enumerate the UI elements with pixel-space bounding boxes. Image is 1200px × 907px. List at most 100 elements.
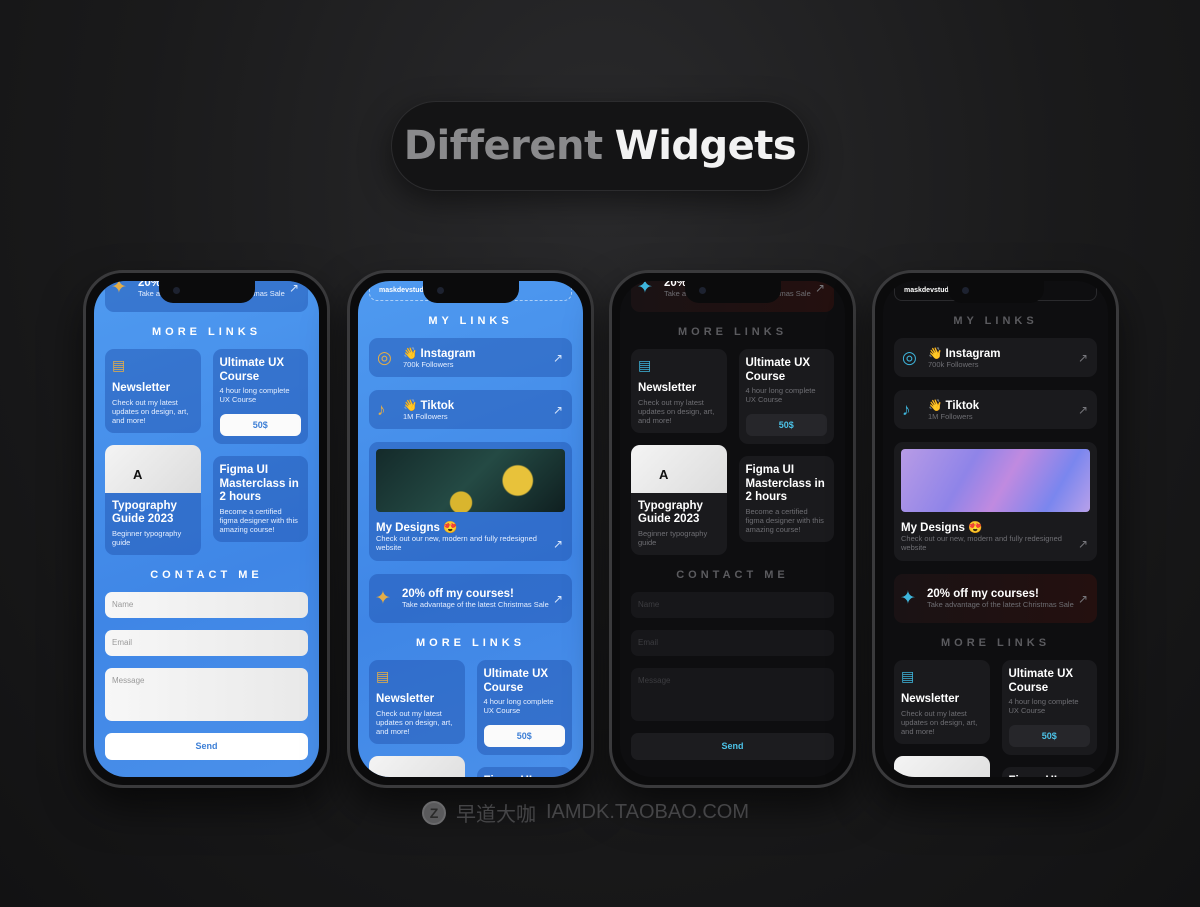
designs-card[interactable]: My Designs 😍 Check out our new, modern an…: [369, 442, 572, 561]
course-card[interactable]: Ultimate UX Course 4 hour long complete U…: [212, 349, 308, 444]
name-input[interactable]: Name: [631, 591, 834, 618]
sparkle-icon: ✦: [111, 281, 127, 298]
newsletter-desc: Check out my latest updates on design, a…: [112, 397, 189, 425]
price-button[interactable]: 50$: [219, 414, 301, 436]
designs-title: My Designs 😍: [901, 522, 983, 534]
notch: [947, 281, 1044, 303]
typography-desc: Beginner typography guide: [112, 528, 182, 547]
course-title: Ultimate UX Course: [219, 357, 285, 383]
promo-card[interactable]: ✦ 20% off my courses!Take advantage of th…: [894, 574, 1097, 623]
figma-card[interactable]: Figma UI Masterclass in 2 hoursBecome a …: [212, 456, 308, 542]
typography-desc: Beginner typography guide: [638, 528, 708, 547]
designs-desc: Check out our new, modern and fully rede…: [376, 534, 537, 552]
email-input[interactable]: Email: [631, 629, 834, 656]
price-button[interactable]: 50$: [483, 725, 565, 747]
typography-card[interactable]: Typography Guide 2023Beginner typography…: [894, 755, 990, 777]
send-button[interactable]: Send: [105, 732, 308, 760]
course-desc: 4 hour long complete UX Course: [219, 386, 290, 404]
tiktok-followers: 1M Followers: [928, 412, 973, 421]
name-input[interactable]: Name: [105, 591, 308, 618]
section-title-more-links: MORE LINKS: [940, 637, 1051, 649]
external-link-icon[interactable]: ↗: [1078, 403, 1088, 417]
typography-image: [105, 444, 201, 493]
external-link-icon[interactable]: ↗: [1078, 351, 1088, 365]
figma-title: Figma UI Masterclass in 2 hours: [484, 775, 566, 777]
notch: [422, 281, 519, 303]
sparkle-icon: ✦: [375, 588, 391, 609]
course-card[interactable]: Ultimate UX Course 4 hour long complete U…: [476, 660, 572, 755]
promo-subtitle: Take advantage of the latest Christmas S…: [402, 600, 549, 609]
figma-desc: Become a certified figma designer with t…: [745, 506, 824, 534]
instagram-title: Instagram: [945, 348, 1001, 360]
tiktok-title: Tiktok: [420, 400, 455, 412]
message-input[interactable]: Message: [105, 667, 308, 721]
newsletter-card[interactable]: ▤ Newsletter Check out my latest updates o…: [894, 660, 990, 744]
link-tiktok[interactable]: ♪ 👋 Tiktok 1M Followers ↗: [369, 390, 572, 429]
newsletter-desc: Check out my latest updates on design, a…: [901, 708, 978, 736]
section-title-more-links: MORE LINKS: [415, 637, 526, 649]
more-links-grid: ▤ Newsletter Check out my latest updates o…: [369, 660, 572, 777]
section-title-more-links: MORE LINKS: [677, 326, 788, 338]
watermark-cn: 早道大咖: [456, 804, 536, 826]
watermark: Z 早道大咖 IAMDK.TAOBAO.COM: [422, 798, 749, 827]
newsletter-card[interactable]: ▤ Newsletter Check out my latest updates o…: [631, 349, 727, 433]
link-instagram[interactable]: ◎ 👋 Instagram 700k Followers ↗: [894, 338, 1097, 377]
price-button[interactable]: 50$: [745, 414, 827, 436]
course-desc: 4 hour long complete UX Course: [745, 386, 816, 404]
course-desc: 4 hour long complete UX Course: [483, 697, 554, 715]
tiktok-title: Tiktok: [945, 400, 980, 412]
price-button[interactable]: 50$: [1008, 725, 1090, 747]
external-link-icon[interactable]: ↗: [553, 592, 563, 606]
section-title-my-links: MY LINKS: [953, 315, 1038, 327]
phone-3: ✦20% off my courses!Take advantage of th…: [609, 270, 856, 788]
course-card[interactable]: Ultimate UX Course 4 hour long complete U…: [1001, 660, 1097, 755]
newsletter-title: Newsletter: [638, 382, 697, 394]
external-link-icon[interactable]: ↗: [1078, 537, 1088, 551]
figma-card[interactable]: Figma UI Masterclass in 2 hoursBecome a …: [476, 767, 572, 777]
phone-screen: ✦20% off my courses!Take advantage of th…: [94, 281, 319, 777]
phone-2: maskdevstudio MY LINKS ◎ 👋 Instagram 700k Fo…: [347, 270, 594, 788]
figma-card[interactable]: Figma UI Masterclass in 2 hoursBecome a …: [1001, 767, 1097, 777]
message-input[interactable]: Message: [631, 667, 834, 721]
tiktok-icon: ♪: [902, 399, 911, 419]
external-link-icon[interactable]: ↗: [289, 281, 299, 295]
external-link-icon[interactable]: ↗: [553, 351, 563, 365]
typography-card[interactable]: Typography Guide 2023Beginner typography…: [105, 444, 201, 555]
course-title: Ultimate UX Course: [745, 357, 811, 383]
link-instagram[interactable]: ◎ 👋 Instagram 700k Followers ↗: [369, 338, 572, 377]
link-tiktok[interactable]: ♪ 👋 Tiktok 1M Followers ↗: [894, 390, 1097, 429]
watermark-logo: Z: [422, 800, 446, 825]
typography-card[interactable]: Typography Guide 2023Beginner typography…: [369, 755, 465, 777]
title-part-1: Different: [403, 123, 603, 169]
tiktok-icon: ♪: [377, 399, 386, 419]
instagram-followers: 700k Followers: [928, 360, 979, 369]
figma-card[interactable]: Figma UI Masterclass in 2 hoursBecome a …: [738, 456, 834, 542]
newsletter-card[interactable]: ▤ Newsletter Check out my latest updates o…: [105, 349, 201, 433]
newsletter-title: Newsletter: [376, 693, 435, 705]
newsletter-card[interactable]: ▤ Newsletter Check out my latest updates o…: [369, 660, 465, 744]
newsletter-desc: Check out my latest updates on design, a…: [376, 708, 453, 736]
typography-image: [631, 444, 727, 493]
course-card[interactable]: Ultimate UX Course 4 hour long complete U…: [738, 349, 834, 444]
section-title-my-links: MY LINKS: [428, 315, 513, 327]
promo-subtitle: Take advantage of the latest Christmas S…: [927, 600, 1074, 609]
typography-title: Typography Guide 2023: [638, 499, 703, 526]
tiktok-followers: 1M Followers: [403, 412, 448, 421]
phone-4: maskdevstudio MY LINKS ◎ 👋 Instagram 700k Fo…: [872, 270, 1119, 788]
typography-image: [894, 755, 990, 777]
designs-card[interactable]: My Designs 😍 Check out our new, modern an…: [894, 442, 1097, 561]
external-link-icon[interactable]: ↗: [553, 403, 563, 417]
phone-screen: ✦20% off my courses!Take advantage of th…: [620, 281, 845, 777]
newspaper-icon: ▤: [376, 668, 390, 684]
external-link-icon[interactable]: ↗: [1078, 592, 1088, 606]
promo-card[interactable]: ✦ 20% off my courses!Take advantage of th…: [369, 574, 572, 623]
promo-title: 20% off my courses!: [402, 588, 514, 600]
external-link-icon[interactable]: ↗: [553, 537, 563, 551]
course-title: Ultimate UX Course: [483, 668, 549, 694]
typography-image: [369, 755, 465, 777]
phone-1: ✦20% off my courses!Take advantage of th…: [83, 270, 330, 788]
email-input[interactable]: Email: [105, 629, 308, 656]
send-button[interactable]: Send: [631, 732, 834, 760]
typography-card[interactable]: Typography Guide 2023 Beginner typography…: [631, 444, 727, 555]
external-link-icon[interactable]: ↗: [815, 281, 825, 295]
